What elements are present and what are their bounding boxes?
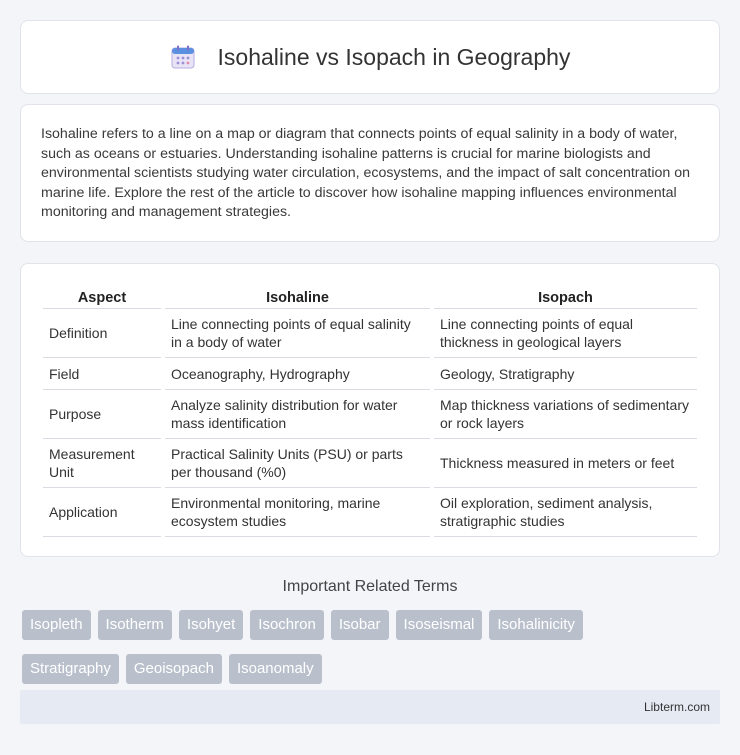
tag-isopleth[interactable]: Isopleth (22, 610, 91, 640)
column-header-isohaline: Isohaline (165, 282, 430, 309)
tag-isohalinicity[interactable]: Isohalinicity (489, 610, 583, 640)
footer: Libterm.com (20, 690, 720, 724)
cell-isohaline: Oceanography, Hydrography (165, 358, 430, 390)
intro-card: Isohaline refers to a line on a map or d… (20, 104, 720, 242)
table-row: Definition Line connecting points of equ… (43, 309, 697, 358)
comparison-table: Aspect Isohaline Isopach Definition Line… (39, 282, 701, 537)
comparison-table-card: Aspect Isohaline Isopach Definition Line… (20, 263, 720, 557)
calendar-icon (170, 44, 196, 70)
tag-isoanomaly[interactable]: Isoanomaly (228, 654, 322, 684)
tag-isobar[interactable]: Isobar (330, 610, 389, 640)
intro-text: Isohaline refers to a line on a map or d… (41, 126, 691, 221)
cell-isopach: Thickness measured in meters or feet (434, 439, 697, 488)
cell-aspect: Field (43, 358, 161, 390)
related-terms-heading: Important Related Terms (282, 578, 458, 595)
table-row: Field Oceanography, Hydrography Geology,… (43, 358, 697, 390)
cell-aspect: Definition (43, 309, 161, 358)
related-terms-tags: Isopleth Isotherm Isohyet Isochron Isoba… (22, 610, 722, 684)
table-row: Purpose Analyze salinity distribution fo… (43, 390, 697, 439)
cell-aspect: Purpose (43, 390, 161, 439)
header-card: Isohaline vs Isopach in Geography (20, 20, 720, 94)
cell-isopach: Oil exploration, sediment analysis, stra… (434, 488, 697, 537)
tag-isoseismal[interactable]: Isoseismal (395, 610, 483, 640)
cell-isopach: Geology, Stratigraphy (434, 358, 697, 390)
table-row: Measurement Unit Practical Salinity Unit… (43, 439, 697, 488)
tag-isotherm[interactable]: Isotherm (97, 610, 172, 640)
cell-isohaline: Line connecting points of equal salinity… (165, 309, 430, 358)
cell-isohaline: Practical Salinity Units (PSU) or parts … (165, 439, 430, 488)
cell-isopach: Map thickness variations of sedimentary … (434, 390, 697, 439)
cell-aspect: Application (43, 488, 161, 537)
table-row: Application Environmental monitoring, ma… (43, 488, 697, 537)
tag-isohyet[interactable]: Isohyet (178, 610, 244, 640)
footer-site-link[interactable]: Libterm.com (644, 700, 710, 714)
cell-isohaline: Environmental monitoring, marine ecosyst… (165, 488, 430, 537)
cell-isohaline: Analyze salinity distribution for water … (165, 390, 430, 439)
page-title: Isohaline vs Isopach in Geography (217, 43, 571, 70)
column-header-aspect: Aspect (43, 282, 161, 309)
tag-geoisopach[interactable]: Geoisopach (125, 654, 222, 684)
cell-isopach: Line connecting points of equal thicknes… (434, 309, 697, 358)
tag-stratigraphy[interactable]: Stratigraphy (22, 654, 119, 684)
cell-aspect: Measurement Unit (43, 439, 161, 488)
title-wrap: Isohaline vs Isopach in Geography (170, 43, 571, 71)
column-header-isopach: Isopach (434, 282, 697, 309)
table-header-row: Aspect Isohaline Isopach (43, 282, 697, 309)
tag-isochron[interactable]: Isochron (250, 610, 324, 640)
